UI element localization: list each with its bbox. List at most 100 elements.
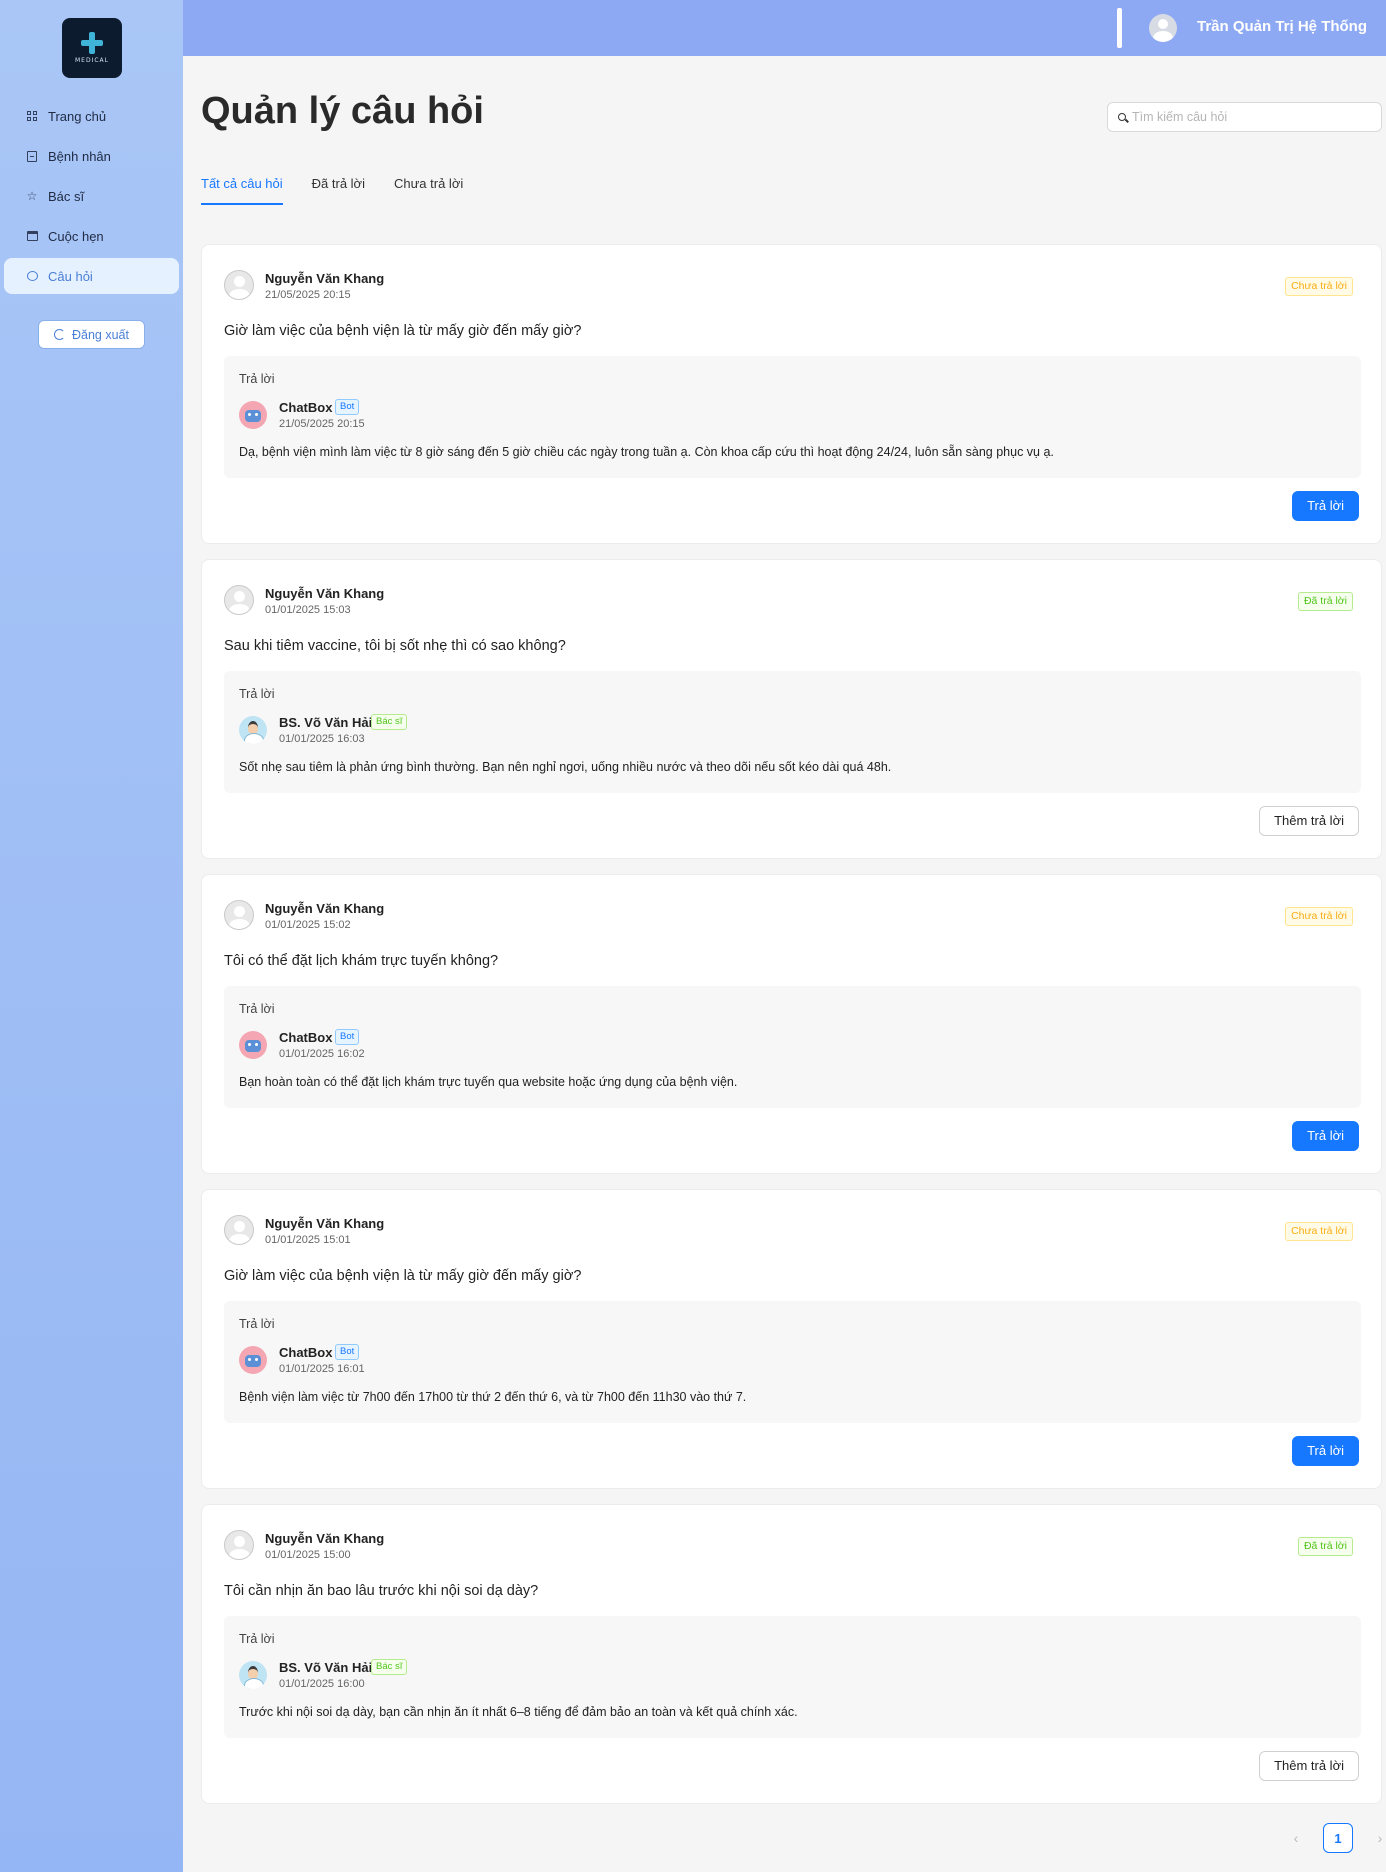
question-text: Tôi có thể đặt lịch khám trực tuyến khôn… [224, 953, 499, 969]
question-author: Nguyễn Văn Khang [265, 1216, 385, 1231]
question-card: Nguyễn Văn Khang 01/01/2025 15:01 Chưa t… [201, 1189, 1382, 1489]
logo-text: MEDICAL [75, 57, 109, 64]
answer-label: Trả lời [239, 687, 275, 701]
doctor-avatar-icon [239, 1661, 267, 1689]
status-badge: Đã trả lời [1297, 1537, 1353, 1556]
question-text: Tôi cần nhịn ăn bao lâu trước khi nội so… [224, 1583, 539, 1599]
question-tabs: Tất cả câu hỏi Đã trả lời Chưa trả lời [201, 176, 492, 205]
question-time: 01/01/2025 15:00 [265, 1549, 351, 1561]
question-time: 01/01/2025 15:02 [265, 919, 351, 931]
top-header: Trần Quản Trị Hệ Thống [183, 0, 1386, 56]
question-author: Nguyễn Văn Khang [265, 586, 385, 601]
patient-icon [26, 150, 38, 162]
search-box[interactable] [1107, 102, 1382, 132]
answer-box: Trả lời ChatBox Bot 01/01/2025 16:01 Bện… [224, 1301, 1361, 1423]
answer-box: Trả lời ChatBox Bot 01/01/2025 16:02 Bạn… [224, 986, 1361, 1108]
bot-avatar-icon [239, 401, 267, 429]
answer-author: BS. Võ Văn Hải [279, 1660, 373, 1675]
answer-time: 01/01/2025 16:02 [279, 1048, 365, 1060]
user-avatar-icon [224, 1530, 254, 1560]
question-card: Nguyễn Văn Khang 01/01/2025 15:03 Đã trả… [201, 559, 1382, 859]
bot-avatar-icon [239, 1031, 267, 1059]
question-time: 21/05/2025 20:15 [265, 289, 351, 301]
calendar-icon [26, 230, 38, 242]
question-list: Nguyễn Văn Khang 21/05/2025 20:15 Chưa t… [201, 244, 1382, 1819]
role-tag: Bot [335, 1029, 360, 1045]
answer-box: Trả lời ChatBox Bot 21/05/2025 20:15 Dạ,… [224, 356, 1361, 478]
answer-text: Sốt nhẹ sau tiêm là phản ứng bình thường… [239, 760, 892, 774]
answer-time: 21/05/2025 20:15 [279, 418, 365, 430]
answer-label: Trả lời [239, 372, 275, 386]
prev-page-icon[interactable]: ‹ [1287, 1830, 1305, 1846]
question-text: Giờ làm việc của bệnh viện là từ mấy giờ… [224, 1268, 582, 1284]
question-card: Nguyễn Văn Khang 01/01/2025 15:00 Đã trả… [201, 1504, 1382, 1804]
answer-box: Trả lời BS. Võ Văn Hải Bác sĩ 01/01/2025… [224, 671, 1361, 793]
question-text: Giờ làm việc của bệnh viện là từ mấy giờ… [224, 323, 582, 339]
answer-label: Trả lời [239, 1002, 275, 1016]
answer-time: 01/01/2025 16:00 [279, 1678, 365, 1690]
answer-box: Trả lời BS. Võ Văn Hải Bác sĩ 01/01/2025… [224, 1616, 1361, 1738]
status-badge: Đã trả lời [1297, 592, 1353, 611]
status-badge: Chưa trả lời [1285, 907, 1353, 926]
sidebar-item-patients[interactable]: Bệnh nhân [4, 138, 179, 174]
user-avatar-icon [224, 900, 254, 930]
question-author: Nguyễn Văn Khang [265, 271, 385, 286]
question-author: Nguyễn Văn Khang [265, 1531, 385, 1546]
page-title: Quản lý câu hỏi [201, 90, 484, 132]
answer-author: ChatBox [279, 1030, 333, 1045]
role-tag: Bác sĩ [371, 1659, 408, 1675]
logout-icon [54, 329, 65, 340]
role-tag: Bot [335, 399, 360, 415]
answer-label: Trả lời [239, 1317, 275, 1331]
add-reply-button[interactable]: Thêm trả lời [1259, 806, 1359, 836]
answer-label: Trả lời [239, 1632, 275, 1646]
role-tag: Bác sĩ [371, 714, 408, 730]
answer-author: ChatBox [279, 400, 333, 415]
reply-button[interactable]: Trả lời [1292, 491, 1359, 521]
user-avatar[interactable] [1149, 14, 1177, 42]
sidebar-item-label: Trang chủ [48, 108, 107, 124]
sidebar-item-label: Bác sĩ [48, 188, 85, 204]
search-icon [1118, 113, 1126, 121]
answer-text: Dạ, bệnh viện mình làm việc từ 8 giờ sán… [239, 445, 1054, 459]
tab-answered[interactable]: Đã trả lời [312, 176, 365, 205]
logout-button[interactable]: Đăng xuất [38, 320, 145, 349]
question-card: Nguyễn Văn Khang 01/01/2025 15:02 Chưa t… [201, 874, 1382, 1174]
page-number[interactable]: 1 [1323, 1823, 1353, 1853]
sidebar: MEDICAL Trang chủ Bệnh nhân ☆ Bác sĩ Cuộ… [0, 0, 183, 1872]
user-avatar-icon [224, 585, 254, 615]
medical-logo[interactable]: MEDICAL [62, 18, 122, 78]
answer-text: Bạn hoàn toàn có thể đặt lịch khám trực … [239, 1075, 738, 1089]
role-tag: Bot [335, 1344, 360, 1360]
sidebar-item-label: Bệnh nhân [48, 148, 111, 164]
answer-text: Trước khi nội soi dạ dày, bạn cần nhịn ă… [239, 1705, 798, 1719]
status-badge: Chưa trả lời [1285, 1222, 1353, 1241]
question-author: Nguyễn Văn Khang [265, 901, 385, 916]
sidebar-item-label: Câu hỏi [48, 268, 93, 284]
next-page-icon[interactable]: › [1371, 1830, 1386, 1846]
user-name[interactable]: Trần Quản Trị Hệ Thống [1197, 18, 1367, 35]
tab-all-questions[interactable]: Tất cả câu hỏi [201, 176, 283, 205]
sidebar-item-label: Cuộc hẹn [48, 228, 104, 244]
logout-label: Đăng xuất [72, 327, 129, 342]
search-input[interactable] [1132, 110, 1372, 124]
sidebar-item-home[interactable]: Trang chủ [4, 98, 179, 134]
user-avatar-icon [224, 270, 254, 300]
star-icon: ☆ [26, 189, 38, 203]
reply-button[interactable]: Trả lời [1292, 1121, 1359, 1151]
dashboard-icon [26, 110, 38, 122]
tab-unanswered[interactable]: Chưa trả lời [394, 176, 463, 205]
sidebar-item-questions[interactable]: Câu hỏi [4, 258, 179, 294]
question-card: Nguyễn Văn Khang 21/05/2025 20:15 Chưa t… [201, 244, 1382, 544]
sidebar-item-doctors[interactable]: ☆ Bác sĩ [4, 178, 179, 214]
sidebar-nav: Trang chủ Bệnh nhân ☆ Bác sĩ Cuộc hẹn Câ… [4, 98, 179, 298]
answer-author: BS. Võ Văn Hải [279, 715, 373, 730]
answer-text: Bệnh viện làm việc từ 7h00 đến 17h00 từ … [239, 1390, 747, 1404]
pagination: ‹ 1 › [1287, 1823, 1386, 1853]
medical-cross-icon [81, 32, 103, 54]
sidebar-item-appointments[interactable]: Cuộc hẹn [4, 218, 179, 254]
header-divider [1117, 8, 1122, 48]
reply-button[interactable]: Trả lời [1292, 1436, 1359, 1466]
answer-time: 01/01/2025 16:01 [279, 1363, 365, 1375]
add-reply-button[interactable]: Thêm trả lời [1259, 1751, 1359, 1781]
